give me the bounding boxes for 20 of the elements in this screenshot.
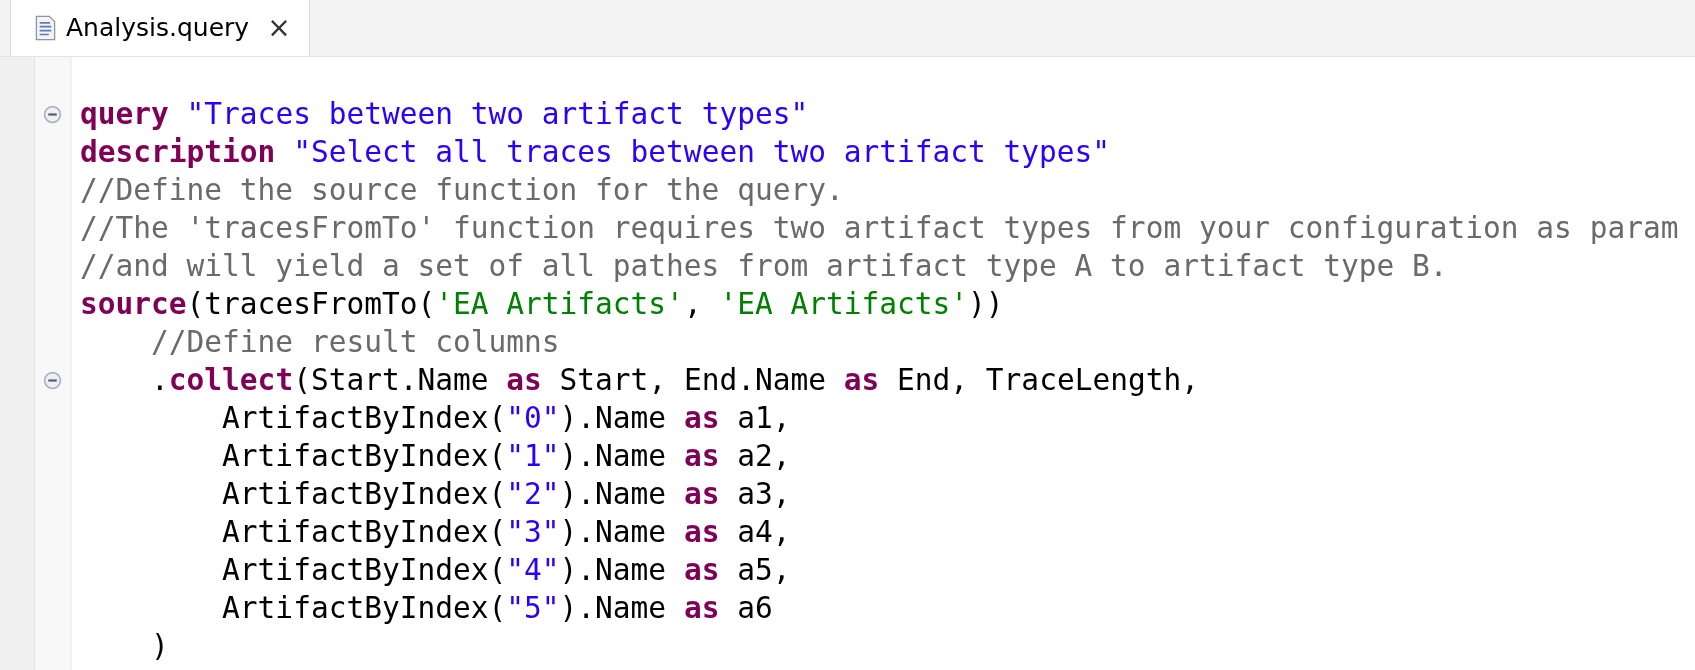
code-line: //The 'tracesFromTo' function requires two artifact types from your configuration as param: [80, 210, 1679, 247]
code-line: query "Traces between two artifact types": [80, 96, 809, 133]
code-line: description "Select all traces between two artifact types": [80, 134, 1111, 171]
code-line: ArtifactByIndex("2").Name as a3,: [221, 476, 791, 513]
code-line: ArtifactByIndex("4").Name as a5,: [221, 552, 791, 589]
code-line: .collect(Start.Name as Start, End.Name as End, TraceLength,: [150, 362, 1199, 399]
collapse-icon[interactable]: [43, 104, 62, 124]
code-line: ArtifactByIndex("0").Name as a1,: [221, 400, 791, 437]
code-line: ArtifactByIndex("5").Name as a6: [221, 590, 773, 627]
code-line: ArtifactByIndex("3").Name as a4,: [221, 514, 791, 551]
code-line: //Define result columns: [150, 324, 560, 361]
close-button[interactable]: ×: [267, 11, 291, 44]
code-line: ArtifactByIndex("1").Name as a2,: [221, 438, 791, 475]
code-line: source(tracesFromTo('EA Artifacts', 'EA Artifacts')): [80, 286, 1004, 323]
code-line: //and will yield a set of all pathes from artifact type A to artifact type B.: [80, 248, 1448, 285]
code-line: //Define the source function for the query.: [80, 172, 844, 209]
collapse-icon[interactable]: [43, 370, 62, 390]
document-icon: [35, 14, 56, 41]
editor-tab[interactable]: Analysis.query ×: [10, 0, 310, 56]
code-line: ): [150, 628, 169, 665]
